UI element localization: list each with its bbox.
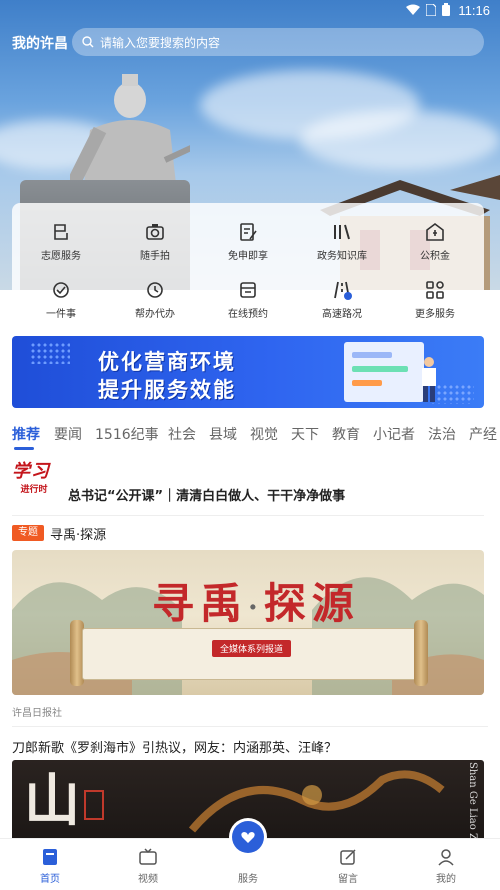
tab-county[interactable]: 县域 — [209, 424, 237, 444]
heart-hands-icon — [241, 832, 255, 843]
service-grid: 志愿服务 随手拍 免申即享 政务知识库 公积金 一件事 帮办代办 在线预约 高速… — [12, 203, 484, 327]
promo-banner[interactable]: 优化营商环境 提升服务效能 — [12, 336, 484, 408]
tab-young-reporter[interactable]: 小记者 — [373, 424, 415, 444]
one-thing-icon — [53, 282, 69, 298]
news-item[interactable]: 学习 进行时 总书记“公开课”｜清清白白做人、干干净净做事 — [12, 462, 484, 516]
nav-video[interactable]: 视频 — [118, 847, 178, 885]
service-help-agent[interactable]: 帮办代办 — [108, 279, 202, 320]
service-housing-fund[interactable]: 公积金 — [388, 221, 482, 262]
active-tab-indicator — [14, 447, 34, 450]
topic-image-ribbon: 全媒体系列报道 — [212, 640, 292, 657]
clock-help-icon — [147, 282, 163, 298]
nav-service[interactable]: 服务 — [218, 821, 278, 885]
tab-recommend[interactable]: 推荐 — [12, 424, 40, 444]
tab-visual[interactable]: 视觉 — [250, 424, 278, 444]
tab-world[interactable]: 天下 — [291, 424, 319, 444]
home-icon — [43, 849, 57, 865]
top-bar: 我的许昌 请输入您要搜索的内容 — [0, 28, 500, 56]
app-title[interactable]: 我的许昌 — [12, 33, 68, 53]
volunteer-icon — [54, 224, 68, 240]
banner-panel-illustration — [344, 342, 424, 402]
xuexi-logo: 学习 进行时 — [12, 461, 50, 496]
service-no-apply[interactable]: 免申即享 — [201, 221, 295, 262]
camera-icon — [146, 224, 164, 240]
form-edit-icon — [240, 223, 257, 241]
banner-line-2: 提升服务效能 — [98, 378, 236, 402]
service-more[interactable]: 更多服务 — [388, 279, 482, 320]
category-tabs: 推荐 要闻 1516纪事 社会 县域 视觉 天下 教育 小记者 法治 产经 — [0, 424, 500, 450]
search-icon — [82, 36, 94, 48]
nav-message[interactable]: 留言 — [318, 847, 378, 885]
tab-education[interactable]: 教育 — [332, 424, 360, 444]
service-one-thing[interactable]: 一件事 — [14, 279, 108, 320]
wifi-icon — [406, 4, 420, 15]
person-illustration — [422, 357, 436, 402]
tab-1516[interactable]: 1516纪事 — [95, 424, 159, 444]
service-volunteer[interactable]: 志愿服务 — [14, 221, 108, 262]
bottom-navigation: 首页 视频 服务 留言 我的 — [0, 821, 500, 890]
nav-mine[interactable]: 我的 — [416, 847, 476, 885]
status-bar: 11:16 — [0, 0, 500, 22]
banner-dots-decoration — [30, 342, 70, 364]
tv-icon — [139, 848, 157, 865]
nav-home[interactable]: 首页 — [20, 847, 80, 885]
house-fund-icon — [426, 223, 444, 241]
user-icon — [438, 849, 454, 866]
news-title: 总书记“公开课”｜清清白白做人、干干净净做事 — [68, 489, 346, 504]
service-highway-traffic[interactable]: 高速路况 — [295, 279, 389, 320]
grid-icon — [426, 281, 444, 299]
calendar-icon — [240, 282, 256, 298]
banner-line-1: 优化营商环境 — [98, 350, 236, 374]
book-icon — [334, 224, 350, 240]
tab-industry[interactable]: 产经 — [469, 424, 497, 444]
search-placeholder: 请输入您要搜索的内容 — [100, 35, 221, 50]
service-bubble — [232, 821, 264, 853]
scroll-roller — [414, 620, 428, 686]
divider — [12, 726, 488, 727]
service-online-booking[interactable]: 在线预约 — [201, 279, 295, 320]
sim-icon — [426, 3, 436, 16]
topic-badge: 专题 — [12, 525, 44, 541]
topic-image-title: 寻禹·探源 — [152, 579, 360, 628]
service-photo[interactable]: 随手拍 — [108, 221, 202, 262]
tab-society[interactable]: 社会 — [168, 424, 196, 444]
edit-icon — [340, 849, 356, 865]
topic-name: 寻禹·探源 — [50, 528, 107, 543]
service-knowledge-base[interactable]: 政务知识库 — [295, 221, 389, 262]
search-input[interactable]: 请输入您要搜索的内容 — [72, 28, 484, 56]
news-title[interactable]: 刀郎新歌《罗刹海市》引热议，网友：内涵那英、汪峰？ — [12, 737, 337, 756]
battery-icon — [442, 3, 450, 16]
tab-news[interactable]: 要闻 — [54, 424, 82, 444]
tab-law[interactable]: 法治 — [428, 424, 456, 444]
vertical-caption: Shan Ge Liao Z — [467, 762, 478, 840]
source-label: 许昌日报社 — [12, 708, 62, 719]
road-icon — [334, 281, 352, 300]
clock: 11:16 — [458, 3, 490, 18]
topic-cover-image[interactable]: 寻禹·探源 全媒体系列报道 — [12, 550, 484, 695]
